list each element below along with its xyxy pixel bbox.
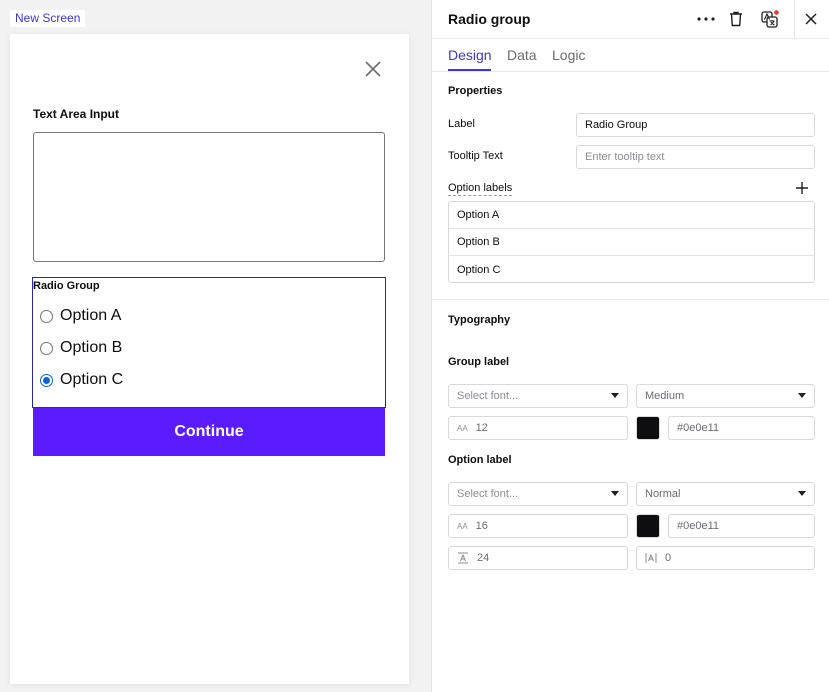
group-label-size-input[interactable]: AA 12: [448, 416, 628, 440]
tab-logic[interactable]: Logic: [552, 47, 585, 63]
divider: [432, 299, 829, 300]
close-icon[interactable]: [801, 9, 821, 29]
trash-icon[interactable]: [726, 9, 746, 29]
line-height-input[interactable]: 24: [448, 546, 628, 570]
font-select-placeholder: Select font...: [457, 390, 519, 402]
radio-option-b[interactable]: Option B: [40, 339, 122, 357]
chevron-down-icon: [798, 393, 806, 398]
screen-name-tag[interactable]: New Screen: [10, 10, 86, 27]
notification-dot: [774, 10, 779, 15]
radio-group[interactable]: Radio Group Option A Option B Option C: [32, 277, 386, 408]
option-label-title: Option label: [448, 454, 512, 466]
label-input[interactable]: Radio Group: [576, 113, 815, 137]
font-select-placeholder: Select font...: [457, 488, 519, 500]
divider: [432, 38, 829, 39]
letter-spacing-value: 0: [665, 552, 672, 564]
line-height-icon: [458, 552, 468, 564]
tab-data[interactable]: Data: [507, 47, 537, 63]
tooltip-input[interactable]: Enter tooltip text: [576, 145, 815, 169]
group-label-font-select[interactable]: Select font...: [448, 384, 628, 408]
option-label-item[interactable]: Option C: [449, 256, 814, 283]
text-area-label: Text Area Input: [33, 107, 120, 121]
translate-icon[interactable]: [760, 9, 780, 29]
letter-spacing-input[interactable]: 0: [636, 546, 815, 570]
option-label-color-input[interactable]: #0e0e11: [668, 514, 815, 538]
divider: [432, 71, 829, 72]
continue-button[interactable]: Continue: [33, 408, 385, 456]
add-option-icon[interactable]: [795, 181, 809, 195]
group-label-color-swatch[interactable]: [636, 416, 660, 440]
group-label-title: Group label: [448, 356, 510, 368]
tab-design[interactable]: Design: [448, 47, 492, 63]
font-size-value: 12: [475, 422, 488, 434]
option-label-item[interactable]: Option B: [449, 229, 814, 256]
option-label-size-input[interactable]: AA 16: [448, 514, 628, 538]
radio-button[interactable]: [40, 309, 53, 323]
letter-spacing-icon: [645, 553, 657, 563]
panel-title: Radio group: [448, 11, 531, 27]
section-title-properties: Properties: [448, 85, 503, 97]
tooltip-property-label: Tooltip Text: [448, 150, 503, 162]
font-size-value: 16: [475, 520, 488, 532]
canvas: New Screen Text Area Input Radio Group O…: [0, 0, 431, 692]
font-size-icon: AA: [457, 423, 468, 433]
option-label-item[interactable]: Option A: [449, 202, 814, 229]
close-icon[interactable]: [364, 60, 382, 78]
radio-option-a[interactable]: Option A: [40, 307, 121, 325]
section-title-typography: Typography: [448, 314, 511, 326]
text-area-input[interactable]: [33, 132, 385, 262]
option-label-font-select[interactable]: Select font...: [448, 482, 628, 506]
chevron-down-icon: [611, 491, 619, 496]
chevron-down-icon: [611, 393, 619, 398]
radio-option-label: Option C: [60, 371, 124, 388]
label-property-label: Label: [448, 118, 475, 130]
option-labels-label: Option labels: [448, 182, 513, 196]
line-height-value: 24: [477, 552, 490, 564]
radio-option-label: Option B: [60, 339, 123, 356]
option-label-color-swatch[interactable]: [636, 514, 660, 538]
radio-option-label: Option A: [60, 307, 122, 324]
option-label-weight-select[interactable]: Normal: [636, 482, 815, 506]
radio-option-c[interactable]: Option C: [40, 371, 123, 389]
header-divider: [794, 0, 795, 38]
screen-preview: Text Area Input Radio Group Option A Opt…: [10, 34, 409, 684]
properties-panel: Radio group Design Data Logic Properties…: [431, 0, 829, 692]
font-size-icon: AA: [457, 521, 468, 531]
option-labels-list: Option A Option B Option C: [448, 201, 815, 283]
weight-select-value: Normal: [645, 488, 681, 500]
more-icon[interactable]: [696, 9, 716, 29]
weight-select-value: Medium: [645, 390, 685, 402]
chevron-down-icon: [798, 491, 806, 496]
group-label-weight-select[interactable]: Medium: [636, 384, 815, 408]
group-label-color-input[interactable]: #0e0e11: [668, 416, 815, 440]
radio-button-selected[interactable]: [40, 373, 53, 387]
radio-button[interactable]: [40, 341, 53, 355]
radio-group-label: Radio Group: [33, 280, 100, 292]
